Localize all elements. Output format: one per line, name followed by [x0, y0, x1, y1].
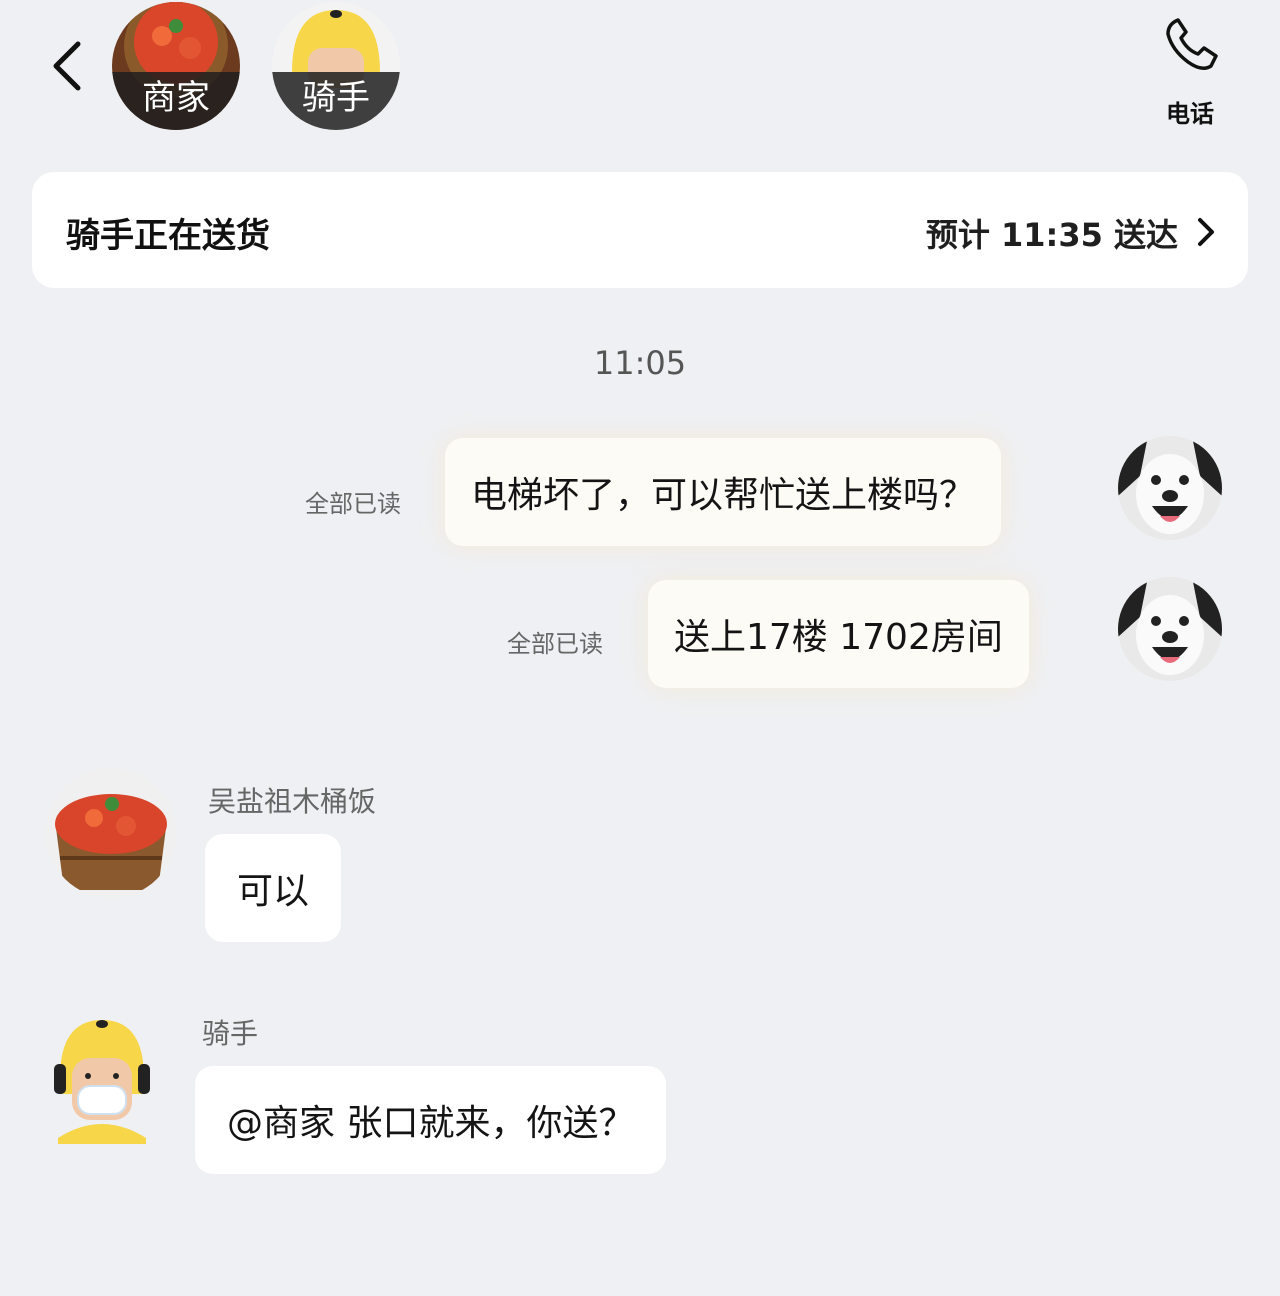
- phone-label: 电话: [1166, 100, 1214, 128]
- message-bubble[interactable]: 电梯坏了，可以帮忙送上楼吗？: [445, 438, 1002, 546]
- user-avatar[interactable]: [1118, 577, 1222, 681]
- eta-text: 预计 11:35 送达: [925, 216, 1178, 254]
- message-text: 可以: [237, 871, 310, 912]
- chevron-right-icon: [1194, 216, 1218, 248]
- rider-helmet-icon: [50, 1014, 154, 1144]
- food-bucket-icon: [46, 768, 176, 898]
- dog-avatar-icon: [1118, 577, 1222, 681]
- message-text: @商家 张口就来，你送？: [227, 1103, 635, 1144]
- phone-button[interactable]: 电话: [1150, 10, 1230, 128]
- rider-tab[interactable]: 骑手: [272, 2, 400, 130]
- message-bubble[interactable]: @商家 张口就来，你送？: [195, 1066, 667, 1174]
- merchant-label: 商家: [112, 72, 240, 130]
- merchant-tab[interactable]: 商家: [112, 2, 240, 130]
- message-bubble[interactable]: 可以: [205, 834, 342, 942]
- rider-label: 骑手: [272, 72, 400, 130]
- message-bubble[interactable]: 送上17楼 1702房间: [648, 580, 1029, 688]
- chat-timestamp: 11:05: [593, 344, 687, 382]
- read-status: 全部已读: [507, 630, 603, 658]
- message-text: 送上17楼 1702房间: [674, 617, 1003, 658]
- back-icon[interactable]: [40, 36, 96, 96]
- delivery-status: 骑手正在送货: [66, 216, 270, 256]
- message-text: 电梯坏了，可以帮忙送上楼吗？: [471, 475, 976, 516]
- merchant-avatar[interactable]: [46, 768, 176, 898]
- delivery-status-card[interactable]: 骑手正在送货 预计 11:35 送达: [32, 172, 1248, 288]
- phone-icon: [1166, 18, 1218, 70]
- user-avatar[interactable]: [1118, 436, 1222, 540]
- read-status: 全部已读: [305, 490, 401, 518]
- rider-chat-avatar[interactable]: [50, 1014, 154, 1144]
- sender-name: 吴盐祖木桶饭: [208, 785, 377, 818]
- dog-avatar-icon: [1118, 436, 1222, 540]
- sender-name: 骑手: [202, 1017, 259, 1050]
